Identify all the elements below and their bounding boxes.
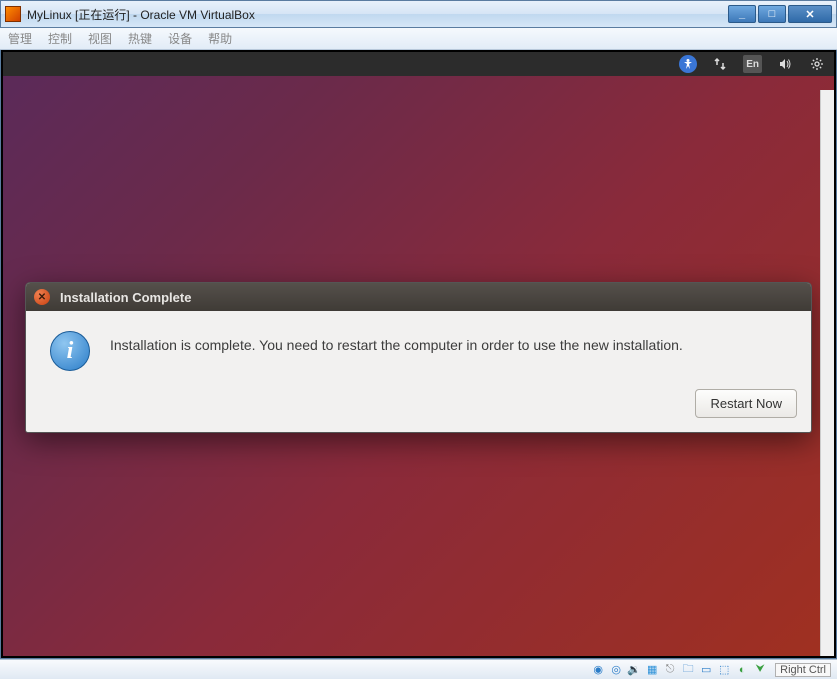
close-window-button[interactable]: ✕ xyxy=(788,5,832,23)
status-network-icon[interactable]: ▦ xyxy=(645,663,659,677)
dialog-message: Installation is complete. You need to re… xyxy=(110,331,683,353)
installation-complete-dialog: ✕ Installation Complete i Installation i… xyxy=(25,282,812,433)
info-icon: i xyxy=(50,331,90,371)
status-shared-folder-icon[interactable]: 🗀 xyxy=(681,663,695,677)
menu-hotkey[interactable]: 热键 xyxy=(128,30,152,47)
status-optical-icon[interactable]: ◎ xyxy=(609,663,623,677)
status-display-icon[interactable]: ▭ xyxy=(699,663,713,677)
gear-icon[interactable] xyxy=(808,55,826,73)
menu-bar: 管理 控制 视图 热键 设备 帮助 xyxy=(0,28,837,50)
volume-icon[interactable] xyxy=(776,55,794,73)
menu-devices[interactable]: 设备 xyxy=(168,30,192,47)
network-icon[interactable] xyxy=(711,55,729,73)
restart-now-button[interactable]: Restart Now xyxy=(695,389,797,418)
dialog-title: Installation Complete xyxy=(60,290,191,305)
menu-view[interactable]: 视图 xyxy=(88,30,112,47)
status-usb-icon[interactable]: ⎋ xyxy=(663,663,677,677)
window-title: MyLinux [正在运行] - Oracle VM VirtualBox xyxy=(27,6,726,23)
menu-help[interactable]: 帮助 xyxy=(208,30,232,47)
virtualbox-logo-icon xyxy=(5,6,21,22)
host-key-indicator: Right Ctrl xyxy=(775,663,831,677)
accessibility-icon[interactable] xyxy=(679,55,697,73)
maximize-button[interactable]: □ xyxy=(758,5,786,23)
dialog-close-button[interactable]: ✕ xyxy=(34,289,50,305)
minimize-button[interactable]: _ xyxy=(728,5,756,23)
status-mouse-icon[interactable]: ⮟ xyxy=(753,663,767,677)
dialog-titlebar[interactable]: ✕ Installation Complete xyxy=(26,283,811,311)
vertical-scrollbar[interactable] xyxy=(820,90,834,656)
ubuntu-top-panel: En xyxy=(3,52,834,76)
window-titlebar[interactable]: MyLinux [正在运行] - Oracle VM VirtualBox _ … xyxy=(0,0,837,28)
language-indicator[interactable]: En xyxy=(743,55,762,73)
status-hdd-icon[interactable]: ◉ xyxy=(591,663,605,677)
status-record-icon[interactable]: ⬚ xyxy=(717,663,731,677)
menu-control[interactable]: 控制 xyxy=(48,30,72,47)
virtualbox-status-bar: ◉ ◎ 🔉 ▦ ⎋ 🗀 ▭ ⬚ ◐ ⮟ Right Ctrl xyxy=(0,659,837,679)
guest-screen[interactable]: En ✕ Installation Complete i Installatio… xyxy=(3,52,834,656)
status-audio-icon[interactable]: 🔉 xyxy=(627,663,641,677)
status-vrde-icon[interactable]: ◐ xyxy=(735,663,749,677)
vm-display-area: En ✕ Installation Complete i Installatio… xyxy=(0,50,837,659)
menu-manage[interactable]: 管理 xyxy=(8,30,32,47)
